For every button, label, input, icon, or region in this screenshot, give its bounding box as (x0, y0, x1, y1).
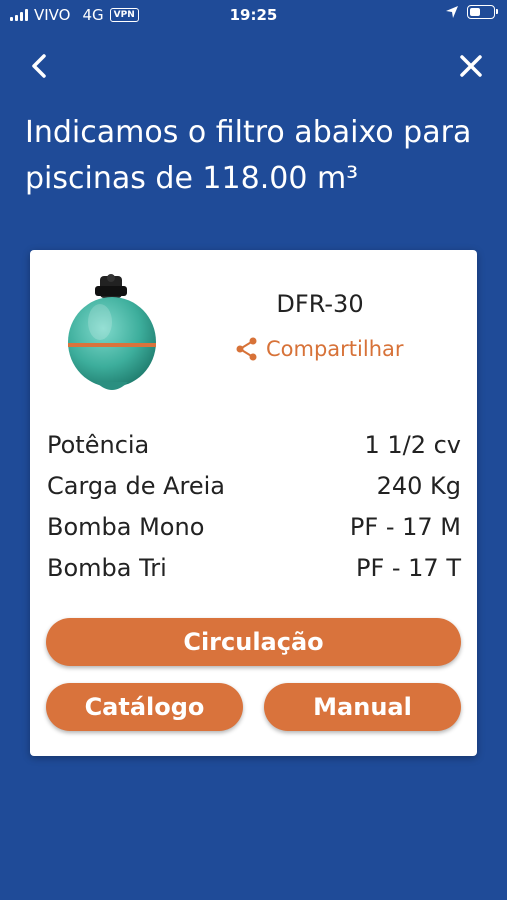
spec-label: Potência (47, 430, 150, 459)
spec-row-pump-mono: Bomba Mono PF - 17 M (47, 506, 461, 547)
status-bar: VIVO 4G VPN 19:25 (0, 0, 507, 30)
location-arrow-icon (446, 6, 458, 18)
status-right (445, 5, 498, 19)
spec-row-power: Potência 1 1/2 cv (47, 424, 461, 465)
share-icon (236, 337, 257, 361)
spec-list: Potência 1 1/2 cv Carga de Areia 240 Kg … (47, 424, 461, 588)
spec-row-sand-load: Carga de Areia 240 Kg (47, 465, 461, 506)
status-time: 19:25 (229, 6, 278, 24)
chevron-left-icon (32, 54, 46, 78)
spec-label: Bomba Tri (47, 553, 167, 582)
share-button[interactable]: Compartilhar (234, 336, 404, 362)
sand-filter-image (68, 274, 156, 390)
spec-value: PF - 17 M (349, 512, 461, 541)
spec-value: 1 1/2 cv (364, 430, 461, 459)
circulation-button[interactable]: Circulação (46, 618, 461, 666)
page-title: Indicamos o filtro abaixo para piscinas … (25, 115, 472, 196)
spec-label: Carga de Areia (47, 471, 226, 500)
product-card: DFR-30 Compartilhar Potência 1 1/2 cv Ca… (30, 250, 477, 756)
battery-icon (467, 5, 498, 19)
product-model: DFR-30 (276, 290, 364, 318)
spec-row-pump-tri: Bomba Tri PF - 17 T (47, 547, 461, 588)
close-icon (460, 55, 482, 77)
spec-value: 240 Kg (376, 471, 461, 500)
catalog-button[interactable]: Catálogo (46, 683, 243, 731)
back-button[interactable] (24, 50, 56, 82)
close-button[interactable] (455, 50, 487, 82)
spec-value: PF - 17 T (355, 553, 461, 582)
manual-button[interactable]: Manual (264, 683, 461, 731)
share-label: Compartilhar (266, 337, 404, 361)
spec-label: Bomba Mono (47, 512, 205, 541)
